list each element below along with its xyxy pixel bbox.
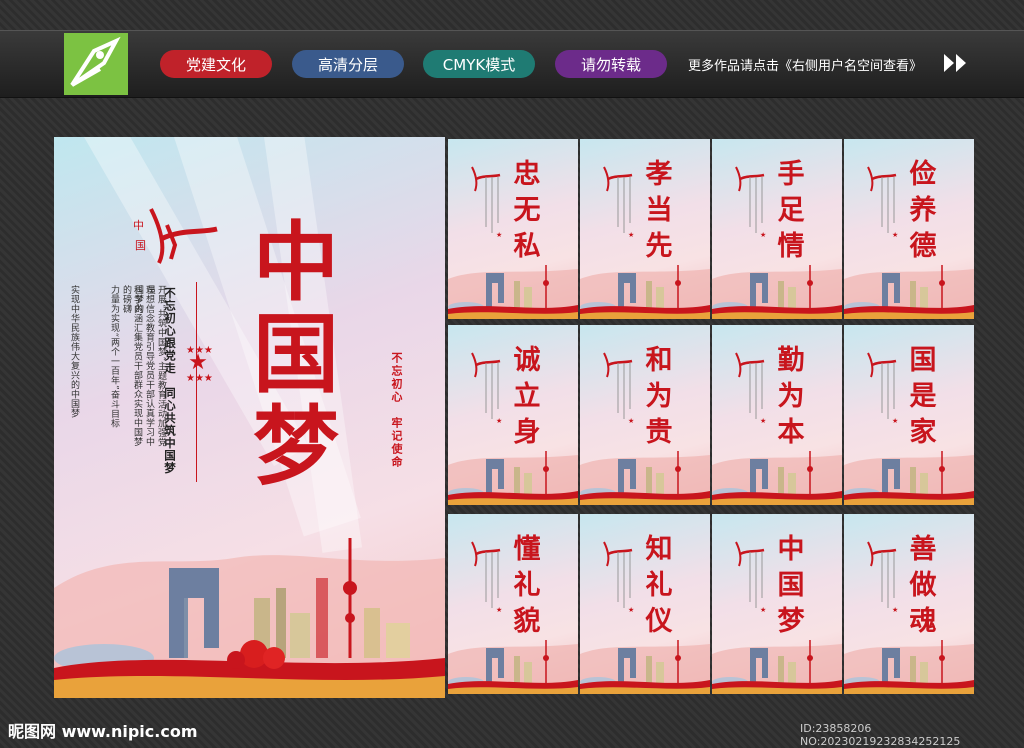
city-skyline-icon (580, 640, 710, 694)
pill-no-repost[interactable]: 请勿转载 (555, 50, 667, 78)
vertical-text-lines-icon: ★ (749, 177, 766, 237)
double-chevron-right-icon[interactable] (942, 52, 970, 78)
svg-text:★: ★ (760, 606, 766, 612)
svg-text:★: ★ (892, 417, 898, 423)
small-poster: ★ 诚立身 (448, 325, 578, 505)
body-line-3: 科学内涵汇集党员干部群众实现中国梦的磅礴 (121, 285, 142, 447)
city-skyline-icon (712, 265, 842, 319)
city-skyline-icon (580, 265, 710, 319)
body-line-5: 实现中华民族伟大复兴的中国梦 (69, 285, 79, 418)
poster-title: 诚立身 (513, 345, 541, 448)
svg-text:★: ★ (496, 231, 502, 237)
star-cluster-icon: ★★★ ★ ★★★ (186, 345, 213, 384)
poster-title: 中国梦 (777, 534, 805, 637)
svg-text:中: 中 (133, 219, 144, 232)
vertical-text-lines-icon: ★ (749, 552, 766, 612)
poster-title: 善做魂 (909, 534, 937, 637)
pen-tool-logo-icon (64, 33, 128, 95)
city-skyline-icon (712, 640, 842, 694)
small-poster: ★ 知礼仪 (580, 514, 710, 694)
city-skyline-icon (448, 451, 578, 505)
small-poster: ★ 手足情 (712, 139, 842, 319)
small-poster: ★ 国是家 (844, 325, 974, 505)
vertical-text-lines-icon: ★ (485, 177, 502, 237)
svg-text:★: ★ (628, 606, 634, 612)
pill-hd-layers[interactable]: 高清分层 (292, 50, 404, 78)
vertical-text-lines-icon: ★ (881, 363, 898, 423)
pill-party-culture[interactable]: 党建文化 (160, 50, 272, 78)
vertical-text-lines-icon: ★ (485, 363, 502, 423)
city-skyline-icon (844, 640, 974, 694)
small-poster: ★ 善做魂 (844, 514, 974, 694)
svg-text:★: ★ (496, 606, 502, 612)
poster-title: 孝当先 (645, 159, 673, 262)
main-poster: 中 国 中国梦 不忘初心跟党走 同心共筑中国梦 开展“共筑中国梦”主题教育活动加… (54, 137, 445, 698)
small-poster: ★ 和为贵 (580, 325, 710, 505)
red-slogan-b: 牢记使命 (390, 417, 403, 469)
svg-text:★: ★ (892, 606, 898, 612)
city-skyline-icon (844, 451, 974, 505)
site-watermark: 昵图网 www.nipic.com (8, 722, 198, 741)
small-poster: ★ 俭养德 (844, 139, 974, 319)
small-poster: ★ 勤为本 (712, 325, 842, 505)
svg-text:国: 国 (135, 239, 146, 252)
city-skyline-icon (448, 265, 578, 319)
vertical-text-lines-icon: ★ (881, 177, 898, 237)
pill-cmyk-mode[interactable]: CMYK模式 (423, 50, 535, 78)
poster-title: 忠无私 (513, 159, 541, 262)
header-note[interactable]: 更多作品请点击《右侧用户名空间查看》 (688, 55, 922, 74)
image-id: ID:23858206 NO:20230219232834252125 (800, 722, 961, 748)
poster-title: 俭养德 (909, 159, 937, 262)
vertical-text-lines-icon: ★ (617, 552, 634, 612)
vertical-text-lines-icon: ★ (617, 363, 634, 423)
city-skyline-icon (844, 265, 974, 319)
poster-title: 懂礼貌 (513, 534, 541, 637)
small-poster: ★ 中国梦 (712, 514, 842, 694)
small-poster: ★ 忠无私 (448, 139, 578, 319)
city-skyline-icon (580, 451, 710, 505)
main-title: 中国梦 (253, 212, 339, 497)
small-poster: ★ 懂礼貌 (448, 514, 578, 694)
poster-title: 国是家 (909, 345, 937, 448)
city-skyline-icon (712, 451, 842, 505)
city-skyline-icon (448, 640, 578, 694)
vertical-text-lines-icon: ★ (749, 363, 766, 423)
poster-title: 勤为本 (777, 345, 805, 448)
svg-text:★: ★ (628, 231, 634, 237)
svg-text:★: ★ (760, 231, 766, 237)
svg-text:★: ★ (496, 417, 502, 423)
poster-title: 知礼仪 (645, 534, 673, 637)
svg-text:★: ★ (760, 417, 766, 423)
body-line-4: 力量为实现“两个一百年”奋斗目标 (109, 285, 119, 429)
vertical-text-lines-icon: ★ (485, 552, 502, 612)
poster-title: 手足情 (777, 159, 805, 262)
small-poster: ★ 孝当先 (580, 139, 710, 319)
vertical-text-lines-icon: ★ (617, 177, 634, 237)
china-dream-brand-icon: 中 国 (131, 199, 221, 273)
poster-title: 和为贵 (645, 345, 673, 448)
svg-text:★: ★ (628, 417, 634, 423)
city-skyline-icon (54, 538, 445, 698)
vertical-text-lines-icon: ★ (881, 552, 898, 612)
red-slogan-a: 不忘初心 (390, 352, 403, 404)
svg-text:★: ★ (892, 231, 898, 237)
